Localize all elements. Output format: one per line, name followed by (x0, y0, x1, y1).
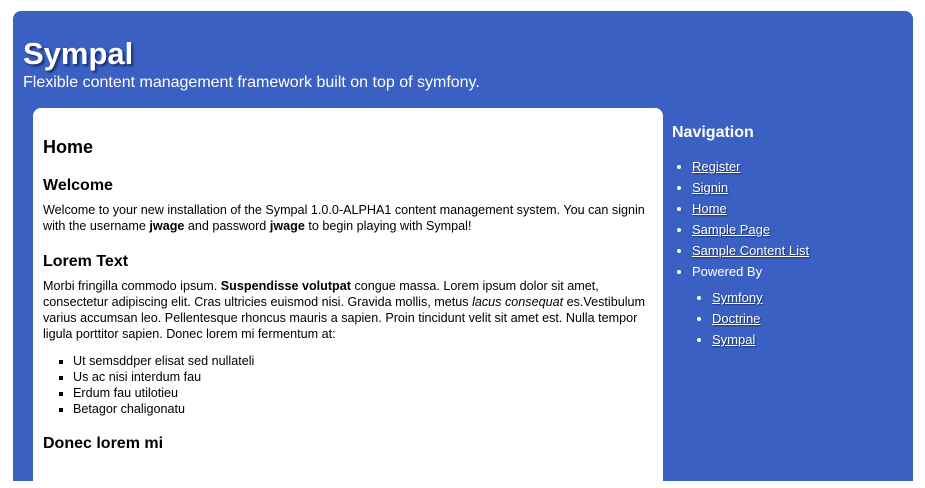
welcome-text-3: to begin playing with Sympal! (304, 219, 472, 233)
welcome-username: jwage (149, 219, 185, 233)
list-item: Betagor chaligonatu (73, 401, 254, 417)
donec-heading: Donec lorem mi (43, 435, 164, 452)
lorem-heading: Lorem Text (43, 253, 129, 270)
powered-by-item: Sympal (712, 329, 907, 350)
nav-item-home: Home (692, 198, 907, 219)
nav-item-register: Register (692, 156, 907, 177)
lorem-list: Ut semsddper elisat sed nullateli Us ac … (43, 353, 254, 417)
main-content: Home Welcome Welcome to your new install… (33, 108, 663, 488)
page-title: Home (43, 137, 94, 157)
sample-page-link[interactable]: Sample Page (692, 222, 770, 237)
page-frame: Sympal Flexible content management frame… (13, 11, 913, 488)
doctrine-link[interactable]: Doctrine (712, 311, 760, 326)
powered-by-label: Powered By (692, 264, 763, 279)
list-item: Erdum fau utilotieu (73, 385, 254, 401)
site-tagline: Flexible content management framework bu… (23, 74, 480, 91)
welcome-paragraph: Welcome to your new installation of the … (43, 202, 648, 234)
home-link[interactable]: Home (692, 201, 727, 216)
signin-link[interactable]: Signin (692, 180, 728, 195)
register-link[interactable]: Register (692, 159, 740, 174)
list-item: Us ac nisi interdum fau (73, 369, 254, 385)
lorem-bold: Suspendisse volutpat (220, 279, 351, 293)
navigation-heading: Navigation (672, 124, 754, 141)
site-title: Sympal (23, 36, 134, 71)
navigation-sidebar: Navigation Register Signin Home Sample P… (672, 123, 907, 350)
lorem-paragraph: Morbi fringilla commodo ipsum. Suspendis… (43, 278, 648, 342)
sample-content-list-link[interactable]: Sample Content List (692, 243, 809, 258)
sympal-link[interactable]: Sympal (712, 332, 755, 347)
nav-item-sample-content-list: Sample Content List (692, 240, 907, 261)
nav-item-powered-by: Powered By Symfony Doctrine Sympal (692, 261, 907, 350)
lorem-italic: lacus consequat (472, 295, 564, 309)
nav-item-sample-page: Sample Page (692, 219, 907, 240)
welcome-text-2: and password (184, 219, 270, 233)
powered-by-list: Symfony Doctrine Sympal (692, 287, 907, 350)
welcome-password: jwage (269, 219, 305, 233)
navigation-list: Register Signin Home Sample Page Sample … (672, 156, 907, 350)
nav-item-signin: Signin (692, 177, 907, 198)
welcome-heading: Welcome (43, 177, 113, 194)
lorem-text-1: Morbi fringilla commodo ipsum. (43, 279, 221, 293)
symfony-link[interactable]: Symfony (712, 290, 763, 305)
powered-by-item: Symfony (712, 287, 907, 308)
powered-by-item: Doctrine (712, 308, 907, 329)
list-item: Ut semsddper elisat sed nullateli (73, 353, 254, 369)
